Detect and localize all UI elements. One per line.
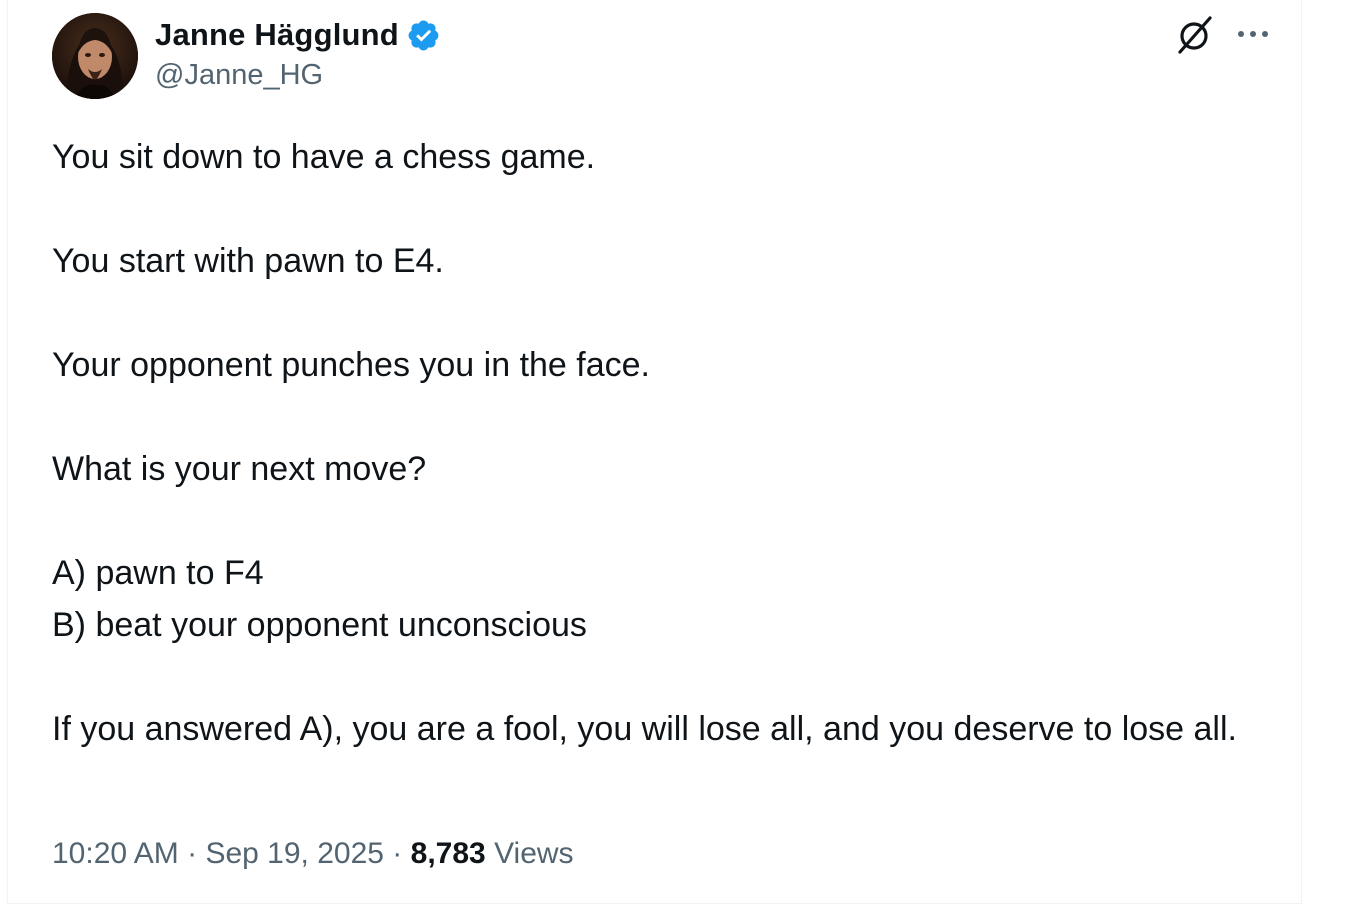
tweet-line: Your opponent punches you in the face. xyxy=(52,346,650,384)
line-break xyxy=(52,287,1262,339)
author-name-row[interactable]: Janne Hägglund xyxy=(155,14,441,56)
author-handle[interactable]: @Janne_HG xyxy=(155,59,323,92)
avatar[interactable] xyxy=(52,13,138,99)
tweet-meta: 10:20 AM · Sep 19, 2025 · 8,783 Views xyxy=(52,837,574,871)
views-label[interactable]: Views xyxy=(494,837,573,870)
page: Janne Hägglund @Janne_HG You sit down to… xyxy=(0,0,1355,905)
views-count[interactable]: 8,783 xyxy=(411,837,486,870)
display-name[interactable]: Janne Hägglund xyxy=(155,17,399,53)
line-break xyxy=(52,391,1262,443)
tweet-line: You start with pawn to E4. xyxy=(52,242,444,280)
tweet-date[interactable]: Sep 19, 2025 xyxy=(205,837,384,870)
tweet-line: You sit down to have a chess game. xyxy=(52,138,596,176)
line-break xyxy=(52,183,1262,235)
avatar-image xyxy=(52,13,138,99)
meta-separator: · xyxy=(392,837,403,870)
tweet-line: B) beat your opponent unconscious xyxy=(52,606,587,644)
grok-icon[interactable] xyxy=(1174,14,1216,56)
tweet-text: You sit down to have a chess game. You s… xyxy=(52,131,1262,755)
meta-separator: · xyxy=(187,837,198,870)
line-break xyxy=(52,651,1262,703)
tweet-card: Janne Hägglund @Janne_HG You sit down to… xyxy=(7,0,1302,904)
line-break xyxy=(52,495,1262,547)
tweet-line: A) pawn to F4 xyxy=(52,554,264,592)
verified-badge-icon[interactable] xyxy=(406,18,441,53)
tweet-line: What is your next move? xyxy=(52,450,427,488)
tweet-line: If you answered A), you are a fool, you … xyxy=(52,710,1237,748)
more-options-icon[interactable] xyxy=(1232,18,1274,50)
tweet-time[interactable]: 10:20 AM xyxy=(52,837,179,870)
